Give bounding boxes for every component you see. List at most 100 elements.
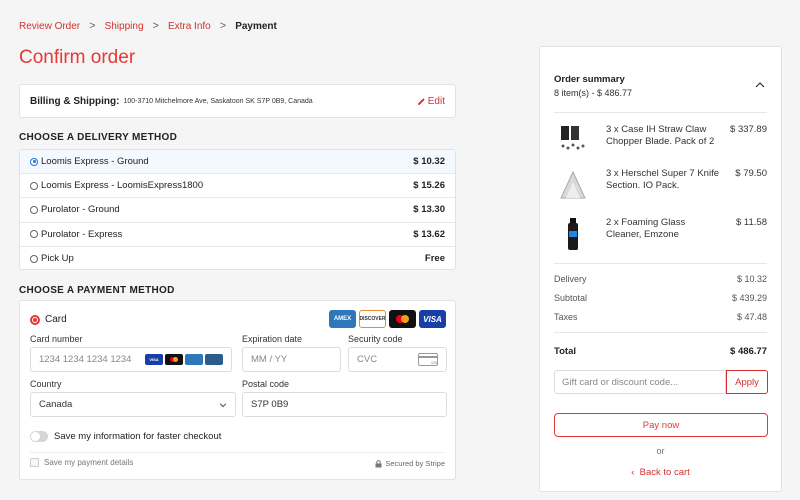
lock-icon bbox=[375, 459, 382, 467]
summary-divider bbox=[554, 112, 767, 113]
discover-icon: DISCOVER bbox=[359, 310, 386, 328]
back-to-cart-label: Back to cart bbox=[639, 467, 690, 478]
postal-code-label: Postal code bbox=[242, 379, 290, 389]
chevron-left-icon: ‹ bbox=[631, 467, 637, 478]
taxes-row: Taxes $ 47.48 bbox=[554, 312, 767, 322]
breadcrumb-separator: > bbox=[89, 20, 96, 32]
country-select[interactable]: Canada bbox=[30, 392, 236, 417]
country-label: Country bbox=[30, 379, 62, 389]
billing-shipping-card: Billing & Shipping: 100-3710 Mitchelmore… bbox=[19, 84, 456, 118]
secured-label: Secured by Stripe bbox=[385, 459, 445, 468]
summary-item: 3 x Case IH Straw Claw Chopper Blade. Pa… bbox=[554, 124, 767, 164]
delivery-radio[interactable] bbox=[30, 230, 38, 239]
save-details-label: Save my payment details bbox=[44, 458, 134, 467]
total-label: Total bbox=[554, 346, 576, 357]
back-to-cart-link[interactable]: ‹ Back to cart bbox=[554, 467, 767, 478]
edit-label: Edit bbox=[427, 95, 445, 107]
unionpay-mini-icon bbox=[205, 354, 223, 365]
card-radio[interactable] bbox=[30, 314, 40, 325]
delivery-total-label: Delivery bbox=[554, 274, 587, 284]
mastercard-mini-icon bbox=[165, 354, 183, 365]
mastercard-icon bbox=[389, 310, 416, 328]
card-method-option[interactable]: Card bbox=[30, 314, 67, 325]
card-number-brands: VISA bbox=[145, 354, 223, 365]
cvc-card-icon: 123 bbox=[418, 353, 438, 366]
breadcrumb-extra-info[interactable]: Extra Info bbox=[168, 21, 211, 32]
pay-now-button[interactable]: Pay now bbox=[554, 413, 768, 437]
breadcrumb-separator: > bbox=[152, 20, 159, 32]
delivery-radio[interactable] bbox=[30, 157, 38, 166]
summary-item: 3 x Herschel Super 7 Knife Section. IO P… bbox=[554, 168, 767, 208]
delivery-option-price: $ 13.30 bbox=[413, 204, 445, 216]
page-title: Confirm order bbox=[19, 47, 136, 68]
knife-section-thumbnail bbox=[560, 170, 586, 199]
total-value: $ 486.77 bbox=[730, 346, 767, 357]
postal-code-input[interactable]: S7P 0B9 bbox=[242, 392, 447, 417]
order-summary-panel: Order summary 8 item(s) - $ 486.77 3 x C… bbox=[539, 46, 782, 492]
billing-label: Billing & Shipping: bbox=[30, 95, 120, 107]
delivery-option-price: $ 10.32 bbox=[413, 156, 445, 168]
save-details-row: Save my payment details bbox=[30, 458, 133, 467]
subtotal-row: Subtotal $ 439.29 bbox=[554, 293, 767, 303]
svg-text:123: 123 bbox=[431, 361, 437, 365]
chevron-down-icon bbox=[219, 402, 227, 407]
gift-card-placeholder: Gift card or discount code... bbox=[562, 376, 679, 388]
breadcrumb-separator: > bbox=[219, 20, 227, 32]
security-code-placeholder: CVC bbox=[357, 354, 378, 365]
expiration-input[interactable]: MM / YY bbox=[242, 347, 341, 372]
card-brands: AMEX DISCOVER VISA bbox=[329, 310, 446, 328]
chevron-up-icon[interactable] bbox=[755, 81, 765, 88]
delivery-option[interactable]: Loomis Express - Ground $ 10.32 bbox=[20, 150, 455, 175]
visa-icon: VISA bbox=[419, 310, 446, 328]
summary-divider bbox=[554, 332, 767, 333]
amex-icon: AMEX bbox=[329, 310, 356, 328]
summary-divider bbox=[554, 263, 767, 264]
pencil-icon bbox=[417, 97, 425, 105]
save-info-label: Save my information for faster checkout bbox=[54, 431, 222, 442]
payment-card: Card AMEX DISCOVER VISA Card number 1234… bbox=[19, 300, 456, 480]
delivery-heading: CHOOSE A DELIVERY METHOD bbox=[19, 132, 178, 143]
breadcrumb: Review Order > Shipping > Extra Info > P… bbox=[19, 20, 277, 32]
item-price: $ 11.58 bbox=[736, 217, 767, 228]
expiration-label: Expiration date bbox=[242, 334, 303, 344]
card-number-placeholder: 1234 1234 1234 1234 bbox=[39, 354, 132, 365]
delivery-option[interactable]: Loomis Express - LoomisExpress1800 $ 15.2… bbox=[20, 174, 455, 199]
country-value: Canada bbox=[39, 399, 73, 410]
card-number-input[interactable]: 1234 1234 1234 1234 VISA bbox=[30, 347, 232, 372]
delivery-option[interactable]: Pick Up Free bbox=[20, 247, 455, 271]
delivery-option[interactable]: Purolator - Ground $ 13.30 bbox=[20, 198, 455, 223]
delivery-option-label: Purolator - Express bbox=[41, 228, 123, 240]
glass-cleaner-thumbnail bbox=[568, 218, 578, 250]
secured-by-stripe: Secured by Stripe bbox=[375, 459, 445, 468]
gift-card-input[interactable]: Gift card or discount code... bbox=[554, 370, 726, 394]
delivery-option-label: Loomis Express - Ground bbox=[41, 156, 149, 168]
security-code-input[interactable]: CVC 123 bbox=[348, 347, 447, 372]
item-price: $ 337.89 bbox=[730, 124, 767, 135]
security-code-label: Security code bbox=[348, 334, 403, 344]
breadcrumb-shipping[interactable]: Shipping bbox=[105, 21, 144, 32]
delivery-option-price: $ 13.62 bbox=[413, 228, 445, 240]
item-name: 2 x Foaming Glass Cleaner, Emzone bbox=[606, 217, 686, 240]
visa-mini-icon: VISA bbox=[145, 354, 163, 365]
card-method-label: Card bbox=[45, 314, 67, 325]
amex-mini-icon bbox=[185, 354, 203, 365]
taxes-label: Taxes bbox=[554, 312, 578, 322]
delivery-total-row: Delivery $ 10.32 bbox=[554, 274, 767, 284]
delivery-radio[interactable] bbox=[30, 205, 38, 214]
apply-button[interactable]: Apply bbox=[726, 370, 768, 394]
summary-item: 2 x Foaming Glass Cleaner, Emzone $ 11.5… bbox=[554, 217, 767, 257]
save-info-toggle[interactable] bbox=[30, 431, 48, 442]
delivery-option-label: Pick Up bbox=[41, 253, 74, 265]
breadcrumb-review-order[interactable]: Review Order bbox=[19, 21, 80, 32]
delivery-option-price: Free bbox=[424, 253, 445, 265]
delivery-option-label: Loomis Express - LoomisExpress1800 bbox=[41, 180, 204, 192]
or-divider: or bbox=[656, 446, 665, 456]
delivery-option[interactable]: Purolator - Express $ 13.62 bbox=[20, 223, 455, 247]
save-details-checkbox[interactable] bbox=[30, 458, 39, 467]
delivery-radio[interactable] bbox=[30, 254, 38, 263]
item-name: 3 x Case IH Straw Claw Chopper Blade. Pa… bbox=[606, 124, 715, 147]
billing-address: 100-3710 Mitchelmore Ave, Saskatoon SK S… bbox=[123, 97, 313, 105]
taxes-value: $ 47.48 bbox=[736, 312, 767, 322]
edit-billing-button[interactable]: Edit bbox=[417, 96, 445, 107]
delivery-radio[interactable] bbox=[30, 181, 38, 190]
